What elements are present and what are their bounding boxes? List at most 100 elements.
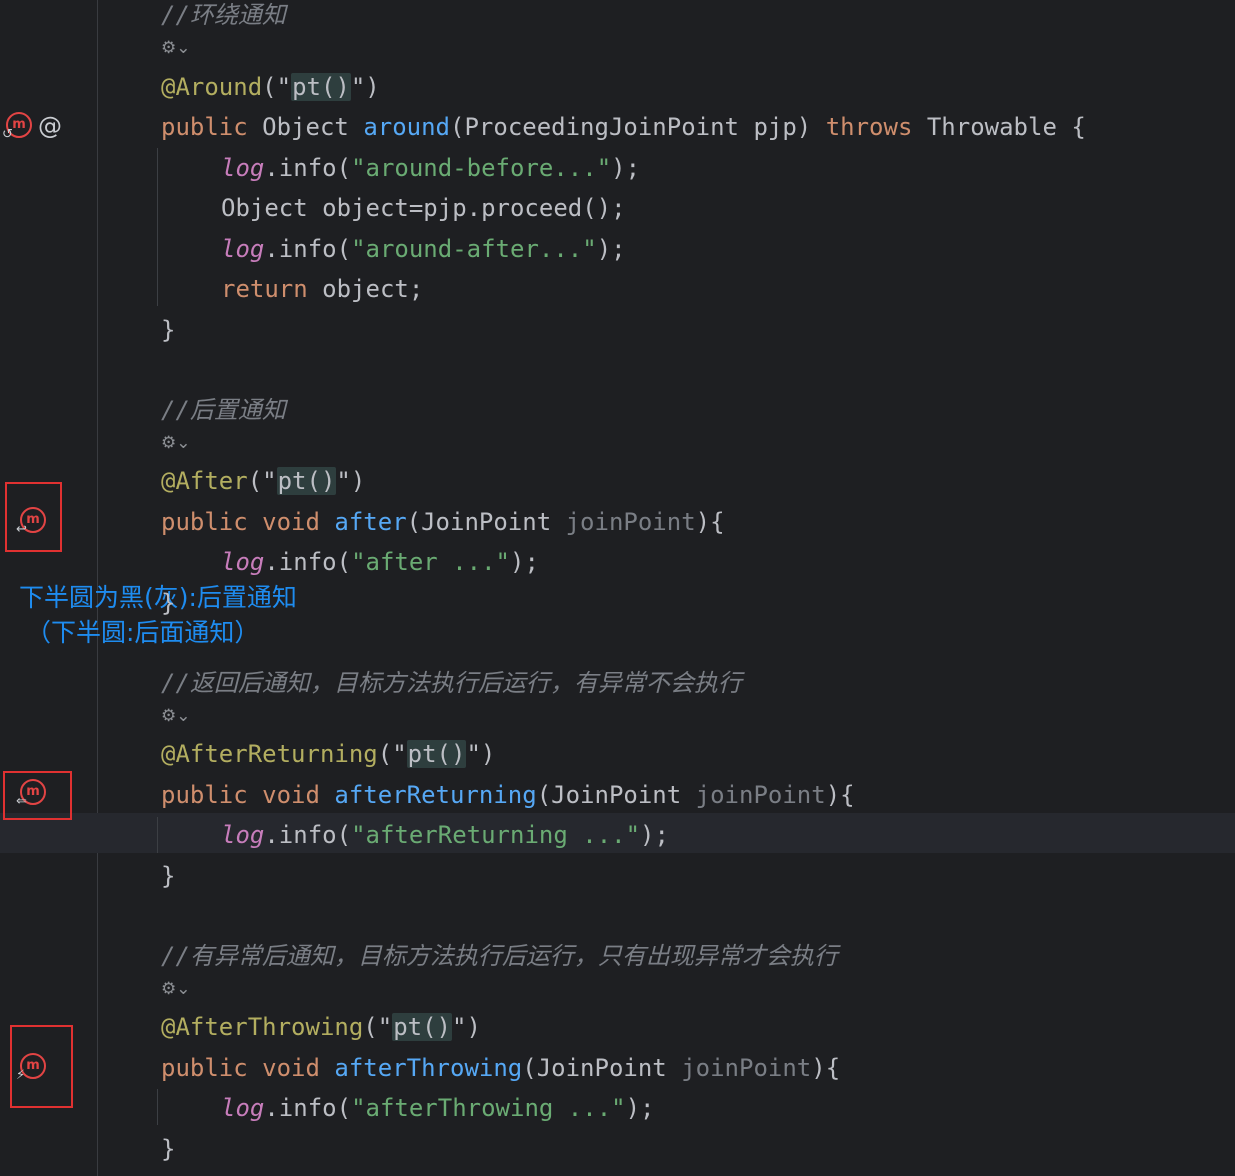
inspection-icon[interactable]: ⚙⌄ (161, 979, 201, 999)
punct: ); (640, 821, 669, 849)
param-type: (JoinPoint (536, 781, 696, 809)
call: .info( (264, 1094, 352, 1122)
method-glyph: m (12, 117, 26, 132)
closing-brace: } (161, 589, 176, 617)
string: "around-before..." (351, 154, 612, 182)
highlight-box-throwing (10, 1025, 73, 1108)
paren: ") (466, 740, 496, 768)
log-field: log (221, 235, 265, 263)
string: "after ..." (351, 548, 511, 576)
method-name: afterReturning (334, 781, 537, 809)
around-annotation-line: @Around("pt()") (161, 72, 380, 102)
around-body-line: log.info("around-after..."); (221, 234, 626, 264)
closing-brace: } (161, 1135, 176, 1163)
log-field: log (221, 821, 265, 849)
annotation-note-line1: 下半圆为黑(灰):后置通知 (19, 583, 297, 612)
paren: (" (363, 1013, 393, 1041)
after-signature: public void after(JoinPoint joinPoint){ (161, 507, 725, 537)
around-return-line: return object; (221, 274, 423, 304)
keyword: void (262, 1054, 320, 1082)
punct: ); (625, 1094, 655, 1122)
paren: ") (350, 73, 380, 101)
string: "afterReturning ..." (351, 821, 641, 849)
keyword: throws (825, 113, 913, 141)
keyword: public (161, 508, 248, 536)
keyword: return (221, 275, 308, 303)
punct: ){ (695, 508, 725, 536)
after-throwing-body-line: log.info("afterThrowing ..."); (221, 1093, 655, 1123)
highlight-box-returning (3, 771, 72, 820)
type: Object (262, 113, 349, 141)
around-advice-gutter-icon[interactable]: m ↺ (2, 112, 32, 142)
annotation: @AfterThrowing (161, 1013, 364, 1041)
log-field: log (221, 548, 265, 576)
closing-brace: } (161, 316, 176, 344)
paren: (" (262, 73, 292, 101)
indent-guide (157, 148, 158, 306)
closing-brace: } (161, 862, 176, 890)
around-arrow-icon: ↺ (2, 127, 13, 142)
around-body-line: log.info("around-before..."); (221, 153, 640, 183)
inspection-icon[interactable]: ⚙⌄ (161, 433, 201, 453)
comment-after-returning: //返回后通知，目标方法执行后运行，有异常不会执行 (161, 669, 742, 697)
paren: ") (452, 1013, 481, 1041)
pointcut-arg: pt() (276, 467, 337, 495)
param-type: (JoinPoint (406, 508, 566, 536)
keyword: public (161, 781, 248, 809)
after-body-line: log.info("after ..."); (221, 547, 539, 577)
keyword: void (262, 508, 320, 536)
highlight-box-after (5, 482, 62, 552)
punct: ); (596, 235, 626, 263)
after-returning-body-line[interactable]: log.info("afterReturning ..."); (221, 820, 669, 850)
punct: ){ (825, 781, 855, 809)
comment-after: //后置通知 (161, 396, 286, 424)
punct: ); (611, 154, 641, 182)
call: .info( (264, 821, 352, 849)
param-name: joinPoint (565, 508, 696, 536)
paren: ") (336, 467, 366, 495)
method-name: afterThrowing (334, 1054, 523, 1082)
log-field: log (221, 1094, 265, 1122)
paren: (" (377, 740, 407, 768)
annotation: @After (161, 467, 248, 495)
at-sign-icon[interactable]: @ (38, 113, 62, 139)
keyword: public (161, 1054, 248, 1082)
pointcut-arg: pt() (392, 1013, 452, 1041)
method-name: around (363, 113, 451, 141)
punct: ); (510, 548, 539, 576)
exception-type: Throwable { (926, 113, 1086, 141)
inspection-icon[interactable]: ⚙⌄ (161, 38, 201, 58)
around-body-line: Object object=pjp.proceed(); (221, 194, 626, 222)
paren: (" (247, 467, 277, 495)
string: "afterThrowing ..." (351, 1094, 626, 1122)
method-name: after (334, 508, 407, 536)
inspection-icon[interactable]: ⚙⌄ (161, 706, 201, 726)
indent-guide (157, 817, 158, 853)
string: "around-after..." (351, 235, 597, 263)
pointcut-arg: pt() (406, 740, 467, 768)
after-returning-annotation-line: @AfterReturning("pt()") (161, 739, 495, 769)
after-throwing-signature: public void afterThrowing(JoinPoint join… (161, 1053, 840, 1083)
around-signature: public Object around(ProceedingJoinPoint… (161, 112, 1086, 142)
param-name: joinPoint (695, 781, 826, 809)
keyword: void (262, 781, 320, 809)
return-value: object; (307, 275, 424, 303)
after-throwing-annotation-line: @AfterThrowing("pt()") (161, 1012, 481, 1042)
pointcut-arg: pt() (291, 73, 351, 101)
call: .info( (264, 235, 352, 263)
annotation: @Around (161, 73, 263, 101)
annotation: @AfterReturning (161, 740, 378, 768)
param-name: joinPoint (681, 1054, 812, 1082)
annotation-note-line2: （下半圆:后面通知） (26, 618, 260, 647)
comment-around: //环绕通知 (161, 1, 286, 29)
keyword: public (161, 113, 248, 141)
after-returning-signature: public void afterReturning(JoinPoint joi… (161, 780, 855, 810)
log-field: log (221, 154, 265, 182)
param-type: (JoinPoint (522, 1054, 682, 1082)
after-annotation-line: @After("pt()") (161, 466, 365, 496)
punct: ){ (811, 1054, 841, 1082)
call: .info( (264, 154, 352, 182)
call: .info( (264, 548, 352, 576)
comment-after-throwing: //有异常后通知，目标方法执行后运行，只有出现异常才会执行 (161, 942, 838, 970)
indent-guide (157, 1089, 158, 1125)
